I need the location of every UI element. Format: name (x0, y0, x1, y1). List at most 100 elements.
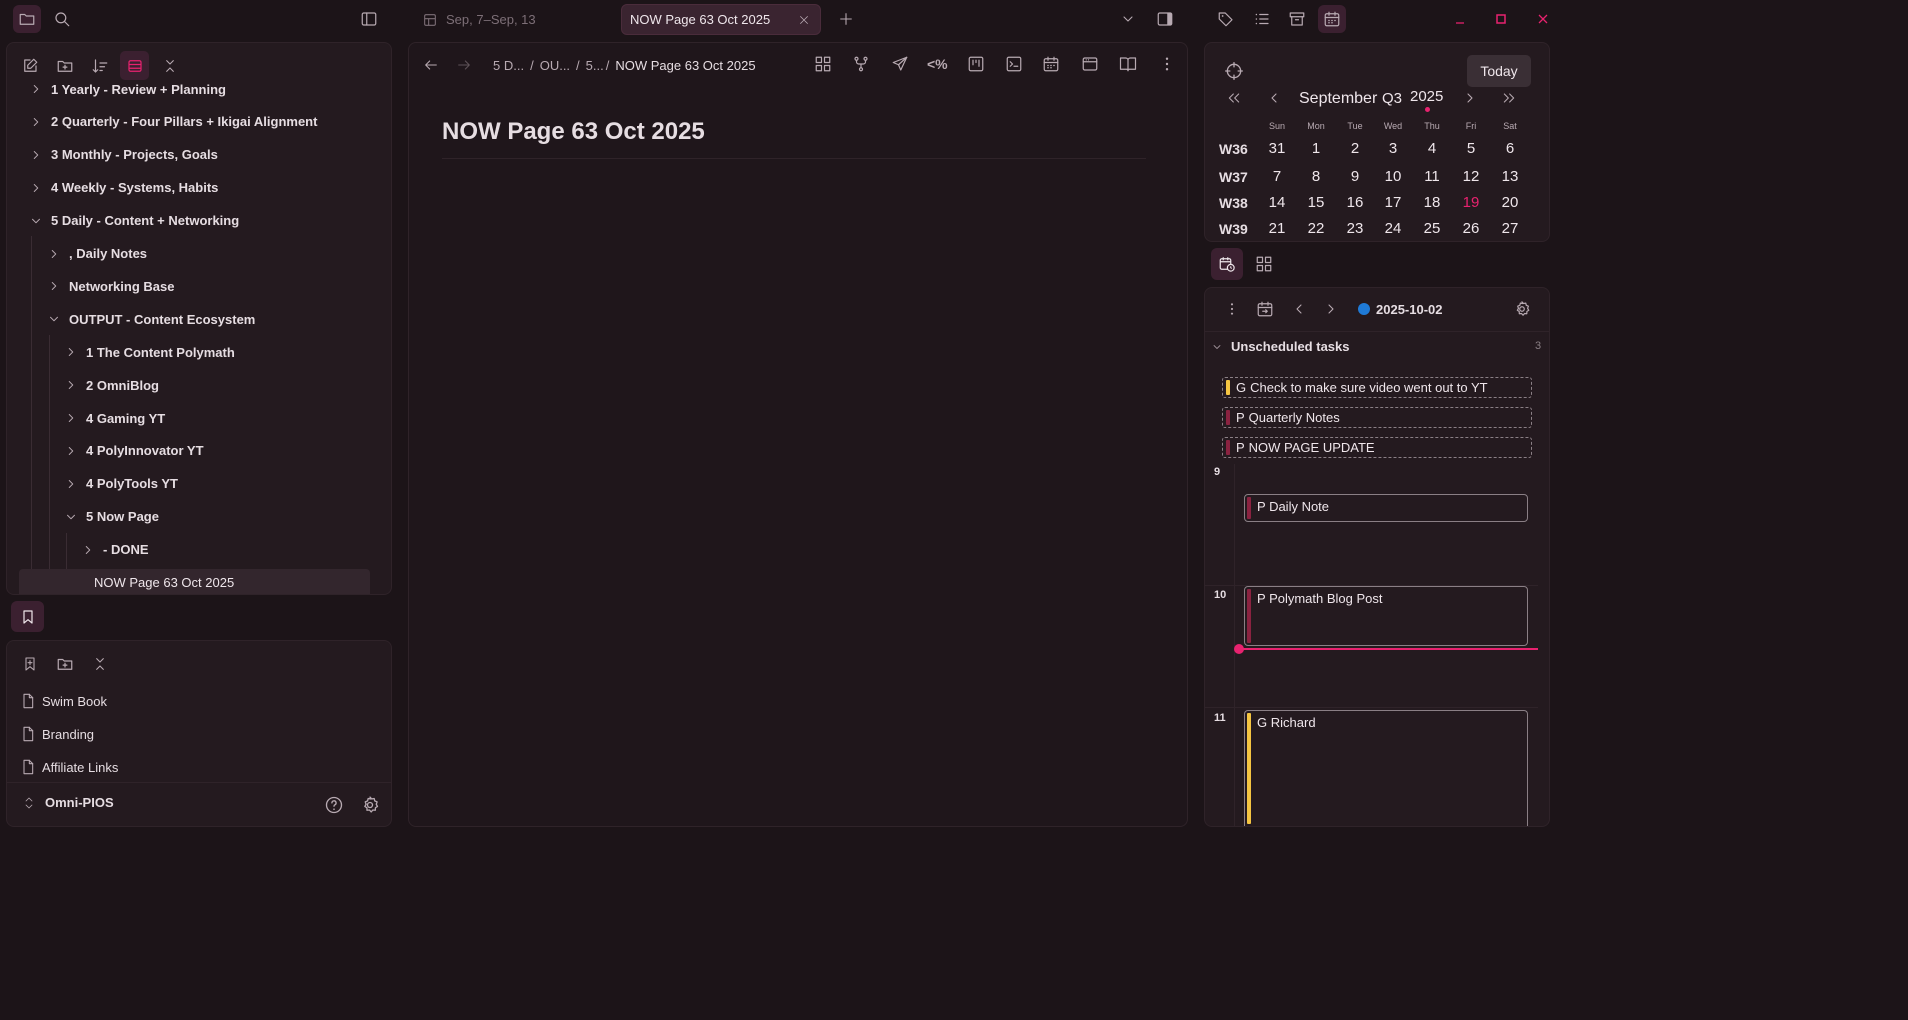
tree-folder[interactable]: 4 PolyTools YT (64, 469, 178, 499)
maximize-button[interactable] (1487, 5, 1515, 33)
tree-folder[interactable]: Networking Base (47, 271, 174, 301)
unscheduled-task[interactable]: P Quarterly Notes (1222, 407, 1532, 428)
forward-button[interactable] (456, 57, 472, 73)
week-number[interactable]: W37 (1219, 169, 1248, 185)
calendar-day[interactable]: 23 (1340, 220, 1370, 237)
calendar-day[interactable]: 19 (1456, 194, 1486, 211)
more-options-button[interactable] (1158, 55, 1176, 73)
templater-button[interactable]: <% (927, 56, 948, 72)
calendar-day[interactable]: 20 (1495, 194, 1525, 211)
scheduled-event[interactable]: P Polymath Blog Post (1244, 586, 1528, 646)
tags-button[interactable] (1212, 5, 1240, 33)
calendar-day[interactable]: 24 (1378, 220, 1408, 237)
calendar-day[interactable]: 31 (1262, 140, 1292, 157)
calendar-day[interactable]: 11 (1417, 168, 1447, 185)
bookmark-item[interactable]: Affiliate Links (21, 753, 118, 781)
calendar-button[interactable] (1042, 55, 1060, 73)
tree-folder[interactable]: 2 Quarterly - Four Pillars + Ikigai Alig… (29, 107, 317, 137)
breadcrumb-current[interactable]: NOW Page 63 Oct 2025 (615, 58, 755, 73)
month-label[interactable]: September (1299, 90, 1377, 108)
planner-settings-button[interactable] (1513, 300, 1531, 318)
bookmark-item[interactable]: Branding (21, 720, 94, 748)
go-to-date-button[interactable] (1256, 300, 1274, 318)
tree-folder[interactable]: 4 PolyInnovator YT (64, 436, 204, 466)
toggle-left-sidebar-button[interactable] (355, 5, 383, 33)
week-number[interactable]: W39 (1219, 221, 1248, 237)
calendar-day[interactable]: 2 (1340, 140, 1370, 157)
calendar-panel-button[interactable] (1318, 5, 1346, 33)
tree-folder[interactable]: , Daily Notes (47, 239, 147, 269)
browser-button[interactable] (1081, 55, 1099, 73)
previous-day-button[interactable] (1291, 301, 1307, 317)
grid-view-button[interactable] (814, 55, 832, 73)
calendar-day[interactable]: 12 (1456, 168, 1486, 185)
calendar-day[interactable]: 8 (1301, 168, 1331, 185)
file-explorer-button[interactable] (13, 5, 41, 33)
send-button[interactable] (891, 55, 909, 73)
calendar-day[interactable]: 15 (1301, 194, 1331, 211)
calendar-day[interactable]: 4 (1417, 140, 1447, 157)
minimize-button[interactable] (1446, 5, 1474, 33)
quarter-label[interactable]: Q3 (1382, 90, 1402, 107)
calendar-day[interactable]: 7 (1262, 168, 1292, 185)
breadcrumb-item[interactable]: 5 D... (493, 58, 524, 73)
calendar-day[interactable]: 22 (1301, 220, 1331, 237)
tab-now-page[interactable]: NOW Page 63 Oct 2025 (621, 4, 821, 35)
calendar-day[interactable]: 18 (1417, 194, 1447, 211)
reading-view-button[interactable] (1119, 55, 1137, 73)
day-planner-tab-button[interactable] (1211, 248, 1243, 280)
scheduled-event[interactable]: G Richard (1244, 710, 1528, 826)
tree-folder[interactable]: 2 OmniBlog (64, 370, 159, 400)
calendar-day[interactable]: 1 (1301, 140, 1331, 157)
back-button[interactable] (423, 57, 439, 73)
calendar-day[interactable]: 27 (1495, 220, 1525, 237)
tree-item-selected[interactable]: NOW Page 63 Oct 2025 (19, 569, 370, 594)
note-title[interactable]: NOW Page 63 Oct 2025 (442, 118, 705, 146)
calendar-day[interactable]: 13 (1495, 168, 1525, 185)
week-number[interactable]: W36 (1219, 141, 1248, 157)
close-icon[interactable] (798, 14, 810, 26)
next-year-button[interactable] (1501, 90, 1517, 106)
search-button[interactable] (48, 5, 76, 33)
tree-folder[interactable]: 5 Daily - Content + Networking (29, 206, 239, 236)
year-label[interactable]: 2025 (1410, 88, 1443, 105)
prev-month-button[interactable] (1266, 90, 1282, 106)
close-window-button[interactable] (1529, 5, 1557, 33)
tree-folder[interactable]: 1 Yearly - Review + Planning (29, 74, 226, 104)
kanban-button[interactable] (967, 55, 985, 73)
breadcrumb-item[interactable]: OU... (540, 58, 570, 73)
calendar-day[interactable]: 14 (1262, 194, 1292, 211)
week-number[interactable]: W38 (1219, 195, 1248, 211)
terminal-button[interactable] (1005, 55, 1023, 73)
unscheduled-task[interactable]: P NOW PAGE UPDATE (1222, 437, 1532, 458)
reveal-active-note-button[interactable] (1224, 61, 1244, 81)
calendar-day[interactable]: 6 (1495, 140, 1525, 157)
planner-date[interactable]: 2025-10-02 (1376, 302, 1443, 317)
scheduled-event[interactable]: P Daily Note (1244, 494, 1528, 522)
add-bookmark-button[interactable] (15, 649, 44, 678)
outline-button[interactable] (1248, 5, 1276, 33)
new-tab-button[interactable] (832, 5, 860, 33)
prev-year-button[interactable] (1226, 90, 1242, 106)
unscheduled-task[interactable]: G Check to make sure video went out to YT (1222, 377, 1532, 398)
toggle-right-sidebar-button[interactable] (1151, 5, 1179, 33)
tree-folder[interactable]: 3 Monthly - Projects, Goals (29, 140, 218, 170)
graph-button[interactable] (852, 55, 870, 73)
calendar-day[interactable]: 9 (1340, 168, 1370, 185)
unscheduled-tasks-header[interactable]: Unscheduled tasks (1211, 339, 1350, 354)
grid-tab-button[interactable] (1248, 248, 1280, 280)
tree-folder[interactable]: 4 Weekly - Systems, Habits (29, 173, 218, 203)
tab-list-button[interactable] (1114, 5, 1142, 33)
next-day-button[interactable] (1323, 301, 1339, 317)
tree-folder[interactable]: - DONE (81, 535, 149, 565)
calendar-day[interactable]: 5 (1456, 140, 1486, 157)
tree-folder[interactable]: 1 The Content Polymath (64, 337, 235, 367)
calendar-day[interactable]: 16 (1340, 194, 1370, 211)
archive-button[interactable] (1283, 5, 1311, 33)
calendar-day[interactable]: 17 (1378, 194, 1408, 211)
calendar-day[interactable]: 26 (1456, 220, 1486, 237)
calendar-day[interactable]: 10 (1378, 168, 1408, 185)
bookmark-item[interactable]: Swim Book (21, 687, 107, 715)
help-button[interactable] (324, 795, 344, 815)
tree-folder[interactable]: 5 Now Page (64, 502, 159, 532)
